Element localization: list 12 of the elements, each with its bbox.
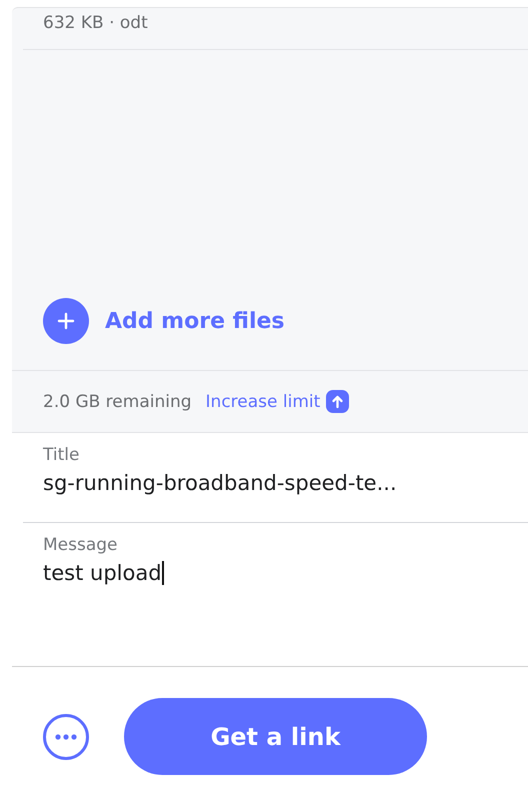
title-field[interactable]: sg-running-broadband-speed-te... xyxy=(43,471,397,495)
get-link-button[interactable]: Get a link xyxy=(124,698,427,775)
more-options-icon[interactable] xyxy=(43,714,89,760)
storage-remaining: 2.0 GB remaining xyxy=(43,392,192,412)
file-info: 632 KB · odt xyxy=(23,8,528,50)
add-files-button[interactable]: Add more files xyxy=(12,298,285,370)
increase-limit-link[interactable]: Increase limit xyxy=(206,390,350,413)
field-label: Title xyxy=(43,445,80,465)
upgrade-icon xyxy=(326,390,350,413)
field-label: Message xyxy=(43,535,119,555)
plus-icon xyxy=(43,298,89,344)
message-field[interactable]: test upload xyxy=(43,561,164,585)
